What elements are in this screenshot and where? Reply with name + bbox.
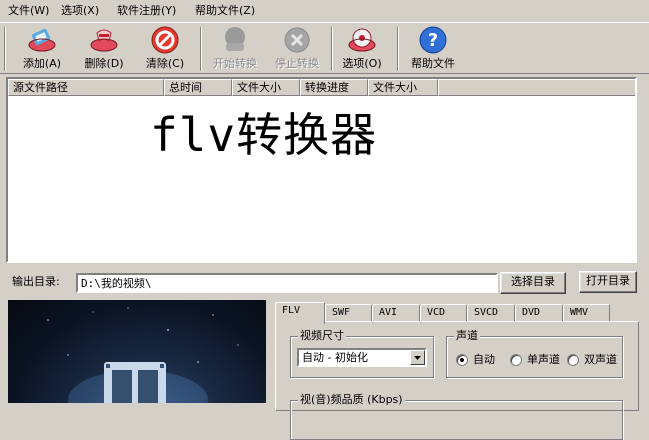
quality-group: 视(音)频品质 (Kbps)	[290, 393, 623, 440]
tab-vcd[interactable]: VCD	[420, 304, 467, 322]
clear-label: 清除(C)	[145, 57, 185, 70]
flv-settings-panel: 视频尺寸 自动 - 初始化 声道 自动 单声道 双声道 视(音)频品质 (Kbp…	[275, 321, 639, 440]
dropdown-arrow-button[interactable]	[410, 350, 425, 365]
film-strip-icon	[104, 362, 166, 403]
output-dir-label: 输出目录:	[12, 275, 60, 288]
video-size-group: 视频尺寸 自动 - 初始化	[290, 329, 434, 378]
menu-file[interactable]: 文件(W)	[6, 3, 51, 19]
column-source-path[interactable]: 源文件路径	[8, 79, 164, 96]
radio-mono-label: 单声道	[527, 353, 560, 366]
column-filler	[438, 79, 635, 96]
video-size-select[interactable]: 自动 - 初始化	[297, 348, 427, 367]
toolbar-separator	[200, 27, 202, 71]
output-dir-input[interactable]	[76, 273, 498, 293]
start-convert-icon	[225, 27, 245, 51]
clear-icon	[151, 26, 179, 54]
add-file-icon	[28, 28, 56, 52]
start-convert-button[interactable]: 开始转换	[206, 25, 264, 73]
radio-auto-label: 自动	[473, 353, 495, 366]
clear-button[interactable]: 清除(C)	[141, 25, 189, 73]
options-disc-icon	[348, 28, 376, 52]
menu-help[interactable]: 帮助文件(Z)	[193, 3, 257, 19]
audio-channel-group: 声道 自动 单声道 双声道	[446, 329, 623, 378]
stop-convert-button[interactable]: 停止转换	[268, 25, 326, 73]
open-dir-button[interactable]: 打开目录	[579, 271, 637, 293]
radio-stereo-label: 双声道	[584, 353, 617, 366]
svg-text:?: ?	[428, 30, 438, 51]
audio-channel-title: 声道	[454, 329, 480, 343]
tab-dvd[interactable]: DVD	[515, 304, 563, 322]
browse-dir-button[interactable]: 选择目录	[500, 272, 566, 294]
delete-file-icon	[90, 29, 118, 52]
file-list[interactable]: 源文件路径 总时间 文件大小 转换进度 文件大小 flv转换器	[6, 77, 637, 263]
column-output-size[interactable]: 文件大小	[368, 79, 438, 96]
options-button[interactable]: 选项(O)	[338, 25, 386, 73]
radio-stereo[interactable]: 双声道	[567, 353, 617, 367]
radio-mono[interactable]: 单声道	[510, 353, 560, 367]
column-progress[interactable]: 转换进度	[300, 79, 368, 96]
toolbar-separator	[397, 27, 399, 71]
file-list-header: 源文件路径 总时间 文件大小 转换进度 文件大小	[8, 79, 635, 96]
options-label: 选项(O)	[342, 57, 382, 70]
stop-convert-label: 停止转换	[275, 57, 319, 70]
video-size-title: 视频尺寸	[298, 329, 346, 343]
radio-auto[interactable]: 自动	[456, 353, 495, 367]
toolbar-grip	[4, 27, 6, 71]
menu-bar: 文件(W) 选项(X) 软件注册(Y) 帮助文件(Z)	[0, 0, 649, 22]
preview-artwork	[47, 307, 239, 403]
tab-wmv[interactable]: WMV	[563, 304, 610, 322]
tab-flv[interactable]: FLV	[275, 302, 325, 324]
tab-swf[interactable]: SWF	[325, 304, 372, 322]
delete-button[interactable]: 删除(D)	[80, 25, 128, 73]
help-icon: ?	[419, 26, 447, 54]
toolbar: 添加(A) 删除(D) 清除(C) 开始转换 停止转换 选项(O) ? 帮助文件	[0, 22, 649, 74]
chevron-down-icon	[414, 356, 421, 360]
stop-convert-icon	[284, 27, 310, 53]
tab-svcd[interactable]: SVCD	[467, 304, 515, 322]
delete-label: 删除(D)	[84, 57, 124, 70]
radio-selected-dot	[460, 358, 464, 362]
menu-options[interactable]: 选项(X)	[59, 3, 101, 19]
help-label: 帮助文件	[411, 57, 455, 70]
toolbar-separator	[331, 27, 333, 71]
column-file-size[interactable]: 文件大小	[232, 79, 300, 96]
video-size-value: 自动 - 初始化	[302, 351, 368, 364]
video-preview	[8, 300, 266, 403]
add-button[interactable]: 添加(A)	[18, 25, 66, 73]
app-watermark: flv转换器	[150, 108, 378, 162]
menu-register[interactable]: 软件注册(Y)	[115, 3, 178, 19]
quality-title: 视(音)频品质 (Kbps)	[298, 393, 405, 407]
add-label: 添加(A)	[22, 57, 62, 70]
column-total-time[interactable]: 总时间	[164, 79, 232, 96]
help-button[interactable]: ? 帮助文件	[404, 25, 462, 73]
start-convert-label: 开始转换	[213, 57, 257, 70]
tab-avi[interactable]: AVI	[372, 304, 420, 322]
